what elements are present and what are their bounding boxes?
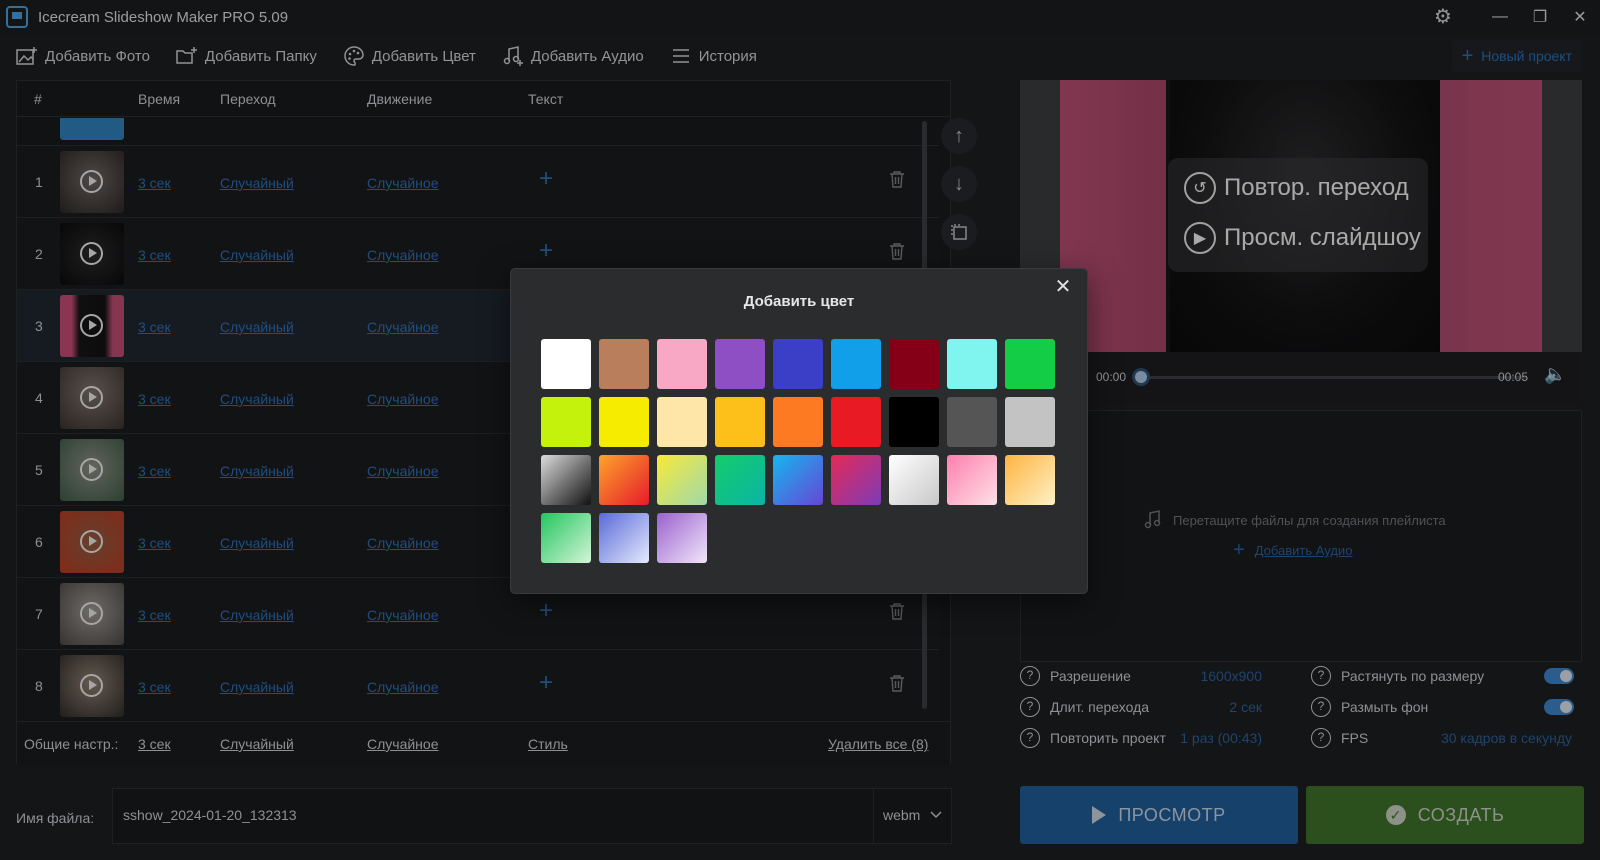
- color-swatch[interactable]: [773, 339, 823, 389]
- color-swatch[interactable]: [773, 455, 823, 505]
- color-swatch[interactable]: [715, 455, 765, 505]
- color-swatch[interactable]: [541, 397, 591, 447]
- color-swatch[interactable]: [947, 339, 997, 389]
- color-swatch[interactable]: [947, 397, 997, 447]
- color-swatch[interactable]: [599, 339, 649, 389]
- color-swatch[interactable]: [599, 397, 649, 447]
- close-icon[interactable]: ✕: [1049, 273, 1077, 301]
- color-swatch[interactable]: [889, 339, 939, 389]
- color-swatch[interactable]: [541, 455, 591, 505]
- color-swatch[interactable]: [831, 455, 881, 505]
- color-swatch[interactable]: [1005, 397, 1055, 447]
- add-color-dialog: Добавить цвет ✕: [510, 268, 1088, 594]
- color-swatch[interactable]: [657, 339, 707, 389]
- color-swatch[interactable]: [657, 455, 707, 505]
- color-swatch[interactable]: [715, 339, 765, 389]
- color-swatch[interactable]: [1005, 339, 1055, 389]
- color-swatch[interactable]: [541, 513, 591, 563]
- color-swatch[interactable]: [657, 513, 707, 563]
- color-swatch[interactable]: [599, 513, 649, 563]
- color-swatch[interactable]: [889, 455, 939, 505]
- color-swatch[interactable]: [657, 397, 707, 447]
- color-swatch[interactable]: [599, 455, 649, 505]
- color-swatch[interactable]: [831, 339, 881, 389]
- color-swatch[interactable]: [947, 455, 997, 505]
- color-swatch[interactable]: [889, 397, 939, 447]
- color-swatch[interactable]: [773, 397, 823, 447]
- color-swatch[interactable]: [715, 397, 765, 447]
- dialog-title: Добавить цвет: [743, 293, 855, 310]
- color-swatch[interactable]: [831, 397, 881, 447]
- color-swatch[interactable]: [541, 339, 591, 389]
- color-swatch[interactable]: [1005, 455, 1055, 505]
